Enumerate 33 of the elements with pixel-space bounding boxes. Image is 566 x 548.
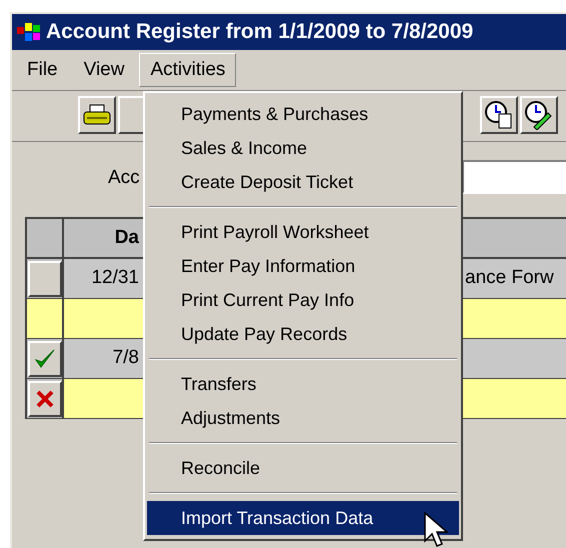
menu-option[interactable]: Print Payroll Worksheet	[147, 215, 459, 249]
menu-option[interactable]: Sales & Income	[147, 131, 459, 165]
description-cell-text: ance Forw	[464, 266, 555, 290]
checkmark-icon	[34, 348, 56, 370]
menu-option[interactable]: Print Current Pay Info	[147, 283, 459, 317]
menu-option[interactable]: Reconcile	[147, 451, 459, 485]
account-label: Acc	[108, 166, 140, 190]
menu-option[interactable]: Import Transaction Data	[147, 501, 459, 535]
menu-item[interactable]: Activities	[139, 53, 236, 87]
date-cell-text: 7/8	[112, 346, 140, 370]
row-selector-button[interactable]	[28, 340, 62, 376]
menu-option[interactable]: Update Pay Records	[147, 317, 459, 351]
row-selector-button[interactable]	[28, 260, 62, 296]
printer-icon	[83, 103, 111, 127]
window-title: Account Register from 1/1/2009 to 7/8/2009	[46, 19, 474, 46]
column-header: Da	[114, 226, 140, 250]
clock-pencil-button[interactable]	[520, 96, 558, 134]
menu-option[interactable]: Create Deposit Ticket	[147, 165, 459, 199]
menu-option[interactable]: Adjustments	[147, 401, 459, 435]
app-icon	[16, 21, 42, 43]
row-selector-button[interactable]	[28, 380, 62, 416]
menu-item[interactable]: File	[16, 53, 69, 87]
menu-option[interactable]: Transfers	[147, 367, 459, 401]
menu-option[interactable]: Enter Pay Information	[147, 249, 459, 283]
date-cell-text: 12/31	[90, 266, 140, 290]
clock-sheet-icon	[484, 100, 514, 130]
printer-button[interactable]	[78, 96, 116, 134]
clock-sheet-button[interactable]	[480, 96, 518, 134]
account-field[interactable]	[462, 160, 566, 194]
menu-item[interactable]: View	[72, 53, 136, 87]
cross-icon	[34, 388, 54, 408]
clock-pencil-icon	[524, 100, 554, 130]
menu-option[interactable]: Payments & Purchases	[147, 97, 459, 131]
